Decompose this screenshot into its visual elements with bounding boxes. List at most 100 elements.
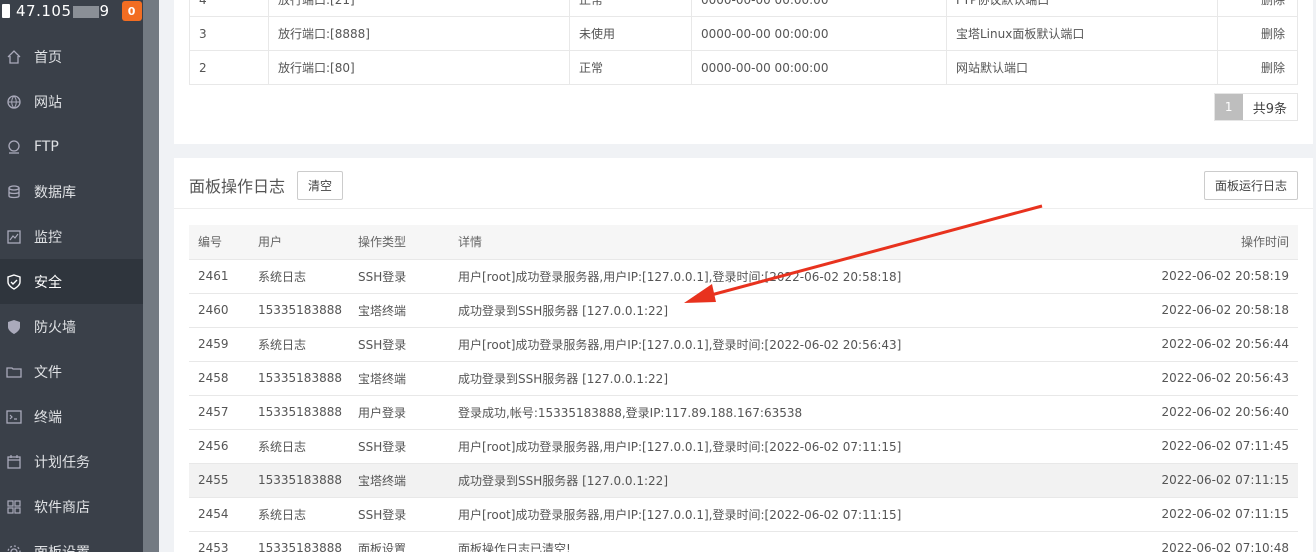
log-detail: 成功登录到SSH服务器 [127.0.0.1:22] — [449, 293, 1098, 328]
sidebar-item-cron[interactable]: 计划任务 — [0, 439, 143, 484]
sidebar: 47.105 9 0 首页 网站 FTP 数据库 监控 安全 防火墙 文件 终端… — [0, 0, 143, 552]
port-status: 正常 — [569, 50, 692, 85]
table-row: 2456 系统日志 SSH登录 用户[root]成功登录服务器,用户IP:[12… — [189, 429, 1298, 464]
sidebar-item-website[interactable]: 网站 — [0, 79, 143, 124]
table-row: 2458 15335183888 宝塔终端 成功登录到SSH服务器 [127.0… — [189, 361, 1298, 396]
operation-log-card: 面板操作日志 清空 面板运行日志 编号 用户 操作类型 详情 操作时间 2461… — [174, 158, 1313, 552]
delete-link[interactable]: 删除 — [1217, 50, 1298, 85]
port-time: 0000-00-00 00:00:00 — [691, 50, 947, 85]
table-row: 3 放行端口:[8888] 未使用 0000-00-00 00:00:00 宝塔… — [189, 16, 1298, 51]
port-rules-card: 4 放行端口:[21] 正常 0000-00-00 00:00:00 FTP协议… — [174, 0, 1313, 144]
sidebar-item-label: 数据库 — [34, 184, 76, 201]
table-row: 2454 系统日志 SSH登录 用户[root]成功登录服务器,用户IP:[12… — [189, 497, 1298, 532]
page-current[interactable]: 1 — [1214, 94, 1243, 120]
sidebar-item-security[interactable]: 安全 — [0, 259, 143, 304]
terminal-icon — [6, 409, 22, 425]
delete-link[interactable]: 删除 — [1217, 16, 1298, 51]
log-user: 15335183888 — [249, 531, 349, 552]
log-type: 宝塔终端 — [349, 463, 449, 498]
log-time: 2022-06-02 07:11:45 — [1098, 429, 1298, 464]
port-id: 3 — [189, 16, 269, 51]
gear-icon — [6, 544, 22, 552]
table-row: 2 放行端口:[80] 正常 0000-00-00 00:00:00 网站默认端… — [189, 50, 1298, 85]
log-id: 2454 — [189, 497, 249, 532]
sidebar-item-ftp[interactable]: FTP — [0, 124, 143, 169]
table-row: 2460 15335183888 宝塔终端 成功登录到SSH服务器 [127.0… — [189, 293, 1298, 328]
main-content: 4 放行端口:[21] 正常 0000-00-00 00:00:00 FTP协议… — [159, 0, 1316, 552]
log-detail: 用户[root]成功登录服务器,用户IP:[127.0.0.1],登录时间:[2… — [449, 497, 1098, 532]
server-header: 47.105 9 0 — [0, 0, 143, 22]
sidebar-item-firewall[interactable]: 防火墙 — [0, 304, 143, 349]
table-row: 2455 15335183888 宝塔终端 成功登录到SSH服务器 [127.0… — [189, 463, 1298, 498]
log-user: 系统日志 — [249, 259, 349, 294]
log-detail: 成功登录到SSH服务器 [127.0.0.1:22] — [449, 463, 1098, 498]
port-status: 正常 — [569, 0, 692, 17]
log-id: 2455 — [189, 463, 249, 498]
table-row: 4 放行端口:[21] 正常 0000-00-00 00:00:00 FTP协议… — [189, 0, 1298, 17]
page-total: 共9条 — [1252, 101, 1287, 117]
sidebar-scrollbar[interactable] — [143, 0, 159, 552]
log-time: 2022-06-02 20:56:43 — [1098, 361, 1298, 396]
log-user: 系统日志 — [249, 497, 349, 532]
log-detail: 用户[root]成功登录服务器,用户IP:[127.0.0.1],登录时间:[2… — [449, 259, 1098, 294]
log-time: 2022-06-02 07:11:15 — [1098, 463, 1298, 498]
log-time: 2022-06-02 20:56:44 — [1098, 327, 1298, 362]
port-name: 放行端口:[80] — [268, 50, 570, 85]
port-rules-table: 4 放行端口:[21] 正常 0000-00-00 00:00:00 FTP协议… — [189, 0, 1298, 85]
notification-badge[interactable]: 0 — [121, 1, 142, 21]
calendar-icon — [6, 454, 22, 470]
home-icon — [6, 49, 22, 65]
log-detail: 登录成功,帐号:15335183888,登录IP:117.89.188.167:… — [449, 395, 1098, 430]
log-id: 2456 — [189, 429, 249, 464]
divider — [174, 208, 1313, 209]
port-time: 0000-00-00 00:00:00 — [691, 0, 947, 17]
apps-icon — [6, 499, 22, 515]
log-type: 用户登录 — [349, 395, 449, 430]
sidebar-item-label: 面板设置 — [34, 542, 90, 552]
log-type: SSH登录 — [349, 497, 449, 532]
firewall-icon — [6, 319, 22, 335]
monitor-icon — [6, 229, 22, 245]
sidebar-item-files[interactable]: 文件 — [0, 349, 143, 394]
sidebar-item-store[interactable]: 软件商店 — [0, 484, 143, 529]
sidebar-item-label: 首页 — [34, 49, 62, 66]
log-detail: 用户[root]成功登录服务器,用户IP:[127.0.0.1],登录时间:[2… — [449, 327, 1098, 362]
port-id: 2 — [189, 50, 269, 85]
table-row: 2461 系统日志 SSH登录 用户[root]成功登录服务器,用户IP:[12… — [189, 259, 1298, 294]
sidebar-item-label: 计划任务 — [34, 454, 90, 471]
globe-icon — [6, 94, 22, 110]
clear-button[interactable]: 清空 — [297, 170, 344, 200]
sidebar-item-label: 软件商店 — [34, 499, 90, 516]
sidebar-item-settings[interactable]: 面板设置 — [0, 529, 143, 552]
port-status: 未使用 — [569, 16, 692, 51]
sidebar-item-label: FTP — [34, 138, 59, 155]
log-id: 2457 — [189, 395, 249, 430]
log-type: 宝塔终端 — [349, 361, 449, 396]
run-log-button[interactable]: 面板运行日志 — [1203, 170, 1298, 200]
log-type: SSH登录 — [349, 327, 449, 362]
pagination: 1 共9条 — [1213, 93, 1298, 121]
log-type: SSH登录 — [349, 429, 449, 464]
col-detail: 详情 — [449, 225, 1098, 260]
operation-log-table: 编号 用户 操作类型 详情 操作时间 2461 系统日志 SSH登录 用户[ro… — [189, 225, 1298, 552]
sidebar-item-monitor[interactable]: 监控 — [0, 214, 143, 259]
sidebar-item-label: 终端 — [34, 409, 62, 426]
sidebar-item-home[interactable]: 首页 — [0, 34, 143, 79]
port-note: 宝塔Linux面板默认端口 — [946, 16, 1218, 51]
log-type: 宝塔终端 — [349, 293, 449, 328]
sidebar-item-terminal[interactable]: 终端 — [0, 394, 143, 439]
delete-link[interactable]: 删除 — [1217, 0, 1298, 17]
log-time: 2022-06-02 20:58:19 — [1098, 259, 1298, 294]
log-detail: 成功登录到SSH服务器 [127.0.0.1:22] — [449, 361, 1098, 396]
log-id: 2459 — [189, 327, 249, 362]
log-time: 2022-06-02 07:11:15 — [1098, 497, 1298, 532]
log-type: 面板设置 — [349, 531, 449, 552]
log-time: 2022-06-02 07:10:48 — [1098, 531, 1298, 552]
port-time: 0000-00-00 00:00:00 — [691, 16, 947, 51]
table-row: 2457 15335183888 用户登录 登录成功,帐号:1533518388… — [189, 395, 1298, 430]
log-user: 15335183888 — [249, 463, 349, 498]
log-time: 2022-06-02 20:56:40 — [1098, 395, 1298, 430]
col-time: 操作时间 — [1098, 225, 1298, 260]
sidebar-item-database[interactable]: 数据库 — [0, 169, 143, 214]
table-header-row: 编号 用户 操作类型 详情 操作时间 — [189, 225, 1298, 260]
